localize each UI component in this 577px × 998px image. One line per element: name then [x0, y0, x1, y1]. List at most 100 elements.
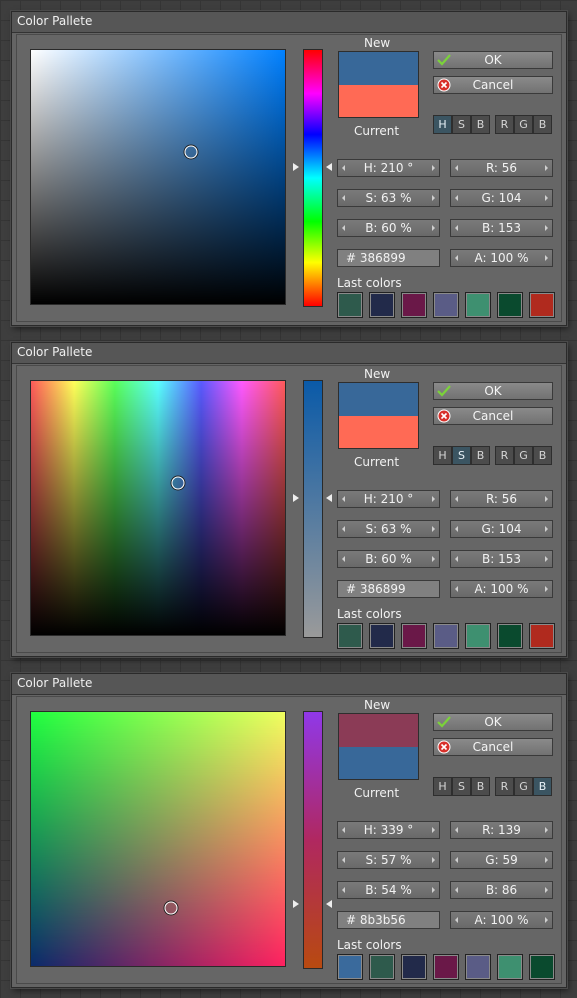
last-color-swatch[interactable]: [401, 292, 427, 318]
new-label: New: [364, 698, 391, 712]
last-color-swatch[interactable]: [529, 292, 555, 318]
brightness-field[interactable]: B: 54 %: [337, 881, 440, 899]
last-color-swatch[interactable]: [433, 292, 459, 318]
dialog-content: New Current OK Cancel H S B R G B H: 210…: [16, 365, 562, 653]
blue-field[interactable]: B: 153: [450, 550, 553, 568]
titlebar[interactable]: Color Pallete: [12, 12, 566, 33]
hex-input[interactable]: # 386899: [337, 249, 440, 267]
hex-input[interactable]: # 8b3b56: [337, 911, 440, 929]
mode-h-button[interactable]: H: [433, 777, 452, 796]
cancel-button[interactable]: Cancel: [433, 76, 553, 94]
mode-h-button[interactable]: H: [433, 115, 452, 134]
mode-blue-button[interactable]: B: [533, 115, 552, 134]
hue-field[interactable]: H: 210 °: [337, 490, 440, 508]
brightness-field[interactable]: B: 60 %: [337, 550, 440, 568]
mode-r-button[interactable]: R: [495, 777, 514, 796]
last-color-swatch[interactable]: [529, 954, 555, 980]
last-color-swatch[interactable]: [497, 623, 523, 649]
hex-input[interactable]: # 386899: [337, 580, 440, 598]
last-color-swatch[interactable]: [465, 292, 491, 318]
last-color-swatch[interactable]: [465, 954, 491, 980]
cancel-button[interactable]: Cancel: [433, 738, 553, 756]
last-color-swatch[interactable]: [497, 292, 523, 318]
last-colors-label: Last colors: [337, 276, 402, 290]
last-color-swatch[interactable]: [529, 623, 555, 649]
mode-b-button[interactable]: B: [471, 446, 490, 465]
mode-r-button[interactable]: R: [495, 446, 514, 465]
last-color-swatch[interactable]: [401, 623, 427, 649]
last-color-swatch[interactable]: [497, 954, 523, 980]
mode-s-button[interactable]: S: [452, 777, 471, 796]
current-color-swatch[interactable]: [339, 746, 418, 779]
mode-g-button[interactable]: G: [514, 446, 533, 465]
hue-field[interactable]: H: 339 °: [337, 821, 440, 839]
alpha-field[interactable]: A: 100 %: [450, 249, 553, 267]
last-color-swatch[interactable]: [433, 954, 459, 980]
last-color-swatch[interactable]: [433, 623, 459, 649]
last-color-swatch[interactable]: [369, 954, 395, 980]
saturation-field[interactable]: S: 63 %: [337, 520, 440, 538]
mode-r-button[interactable]: R: [495, 115, 514, 134]
cancel-button[interactable]: Cancel: [433, 407, 553, 425]
blue-field[interactable]: B: 86: [450, 881, 553, 899]
mode-b-button[interactable]: B: [471, 777, 490, 796]
hue-field[interactable]: H: 210 °: [337, 159, 440, 177]
blue-field[interactable]: B: 153: [450, 219, 553, 237]
hue-saturation-picker[interactable]: [30, 711, 286, 967]
last-color-swatch[interactable]: [337, 623, 363, 649]
current-color-swatch[interactable]: [339, 84, 418, 117]
mode-blue-button[interactable]: B: [533, 777, 552, 796]
current-label: Current: [354, 455, 400, 469]
ok-button[interactable]: OK: [433, 51, 553, 69]
red-field[interactable]: R: 56: [450, 159, 553, 177]
saturation-brightness-picker[interactable]: [30, 49, 286, 305]
alpha-field[interactable]: A: 100 %: [450, 911, 553, 929]
slider-marker-right[interactable]: [326, 900, 332, 908]
hue-slider[interactable]: [303, 49, 323, 307]
brightness-slider[interactable]: [303, 711, 323, 969]
alpha-field[interactable]: A: 100 %: [450, 580, 553, 598]
mode-g-button[interactable]: G: [514, 777, 533, 796]
last-colors-label: Last colors: [337, 607, 402, 621]
saturation-field[interactable]: S: 57 %: [337, 851, 440, 869]
green-field[interactable]: G: 59: [450, 851, 553, 869]
color-palette-dialog-brightness: Color Pallete New Current OK Cancel H S …: [11, 673, 567, 988]
last-color-swatch[interactable]: [337, 954, 363, 980]
mode-blue-button[interactable]: B: [533, 446, 552, 465]
mode-s-button[interactable]: S: [452, 446, 471, 465]
red-field[interactable]: R: 139: [450, 821, 553, 839]
brightness-field[interactable]: B: 60 %: [337, 219, 440, 237]
last-color-swatch[interactable]: [401, 954, 427, 980]
hsb-mode-group: H S B: [433, 446, 490, 465]
titlebar[interactable]: Color Pallete: [12, 343, 566, 364]
titlebar[interactable]: Color Pallete: [12, 674, 566, 695]
mode-h-button[interactable]: H: [433, 446, 452, 465]
picker-cursor[interactable]: [164, 901, 178, 915]
color-palette-dialog-saturation: Color Pallete New Current OK Cancel H S …: [11, 342, 567, 657]
ok-button[interactable]: OK: [433, 713, 553, 731]
mode-b-button[interactable]: B: [471, 115, 490, 134]
hue-brightness-picker[interactable]: [30, 380, 286, 636]
slider-marker-left[interactable]: [293, 494, 299, 502]
last-color-swatch[interactable]: [337, 292, 363, 318]
slider-marker-right[interactable]: [326, 494, 332, 502]
last-color-swatch[interactable]: [369, 292, 395, 318]
mode-s-button[interactable]: S: [452, 115, 471, 134]
mode-g-button[interactable]: G: [514, 115, 533, 134]
saturation-slider[interactable]: [303, 380, 323, 638]
red-field[interactable]: R: 56: [450, 490, 553, 508]
last-color-swatch[interactable]: [465, 623, 491, 649]
green-field[interactable]: G: 104: [450, 520, 553, 538]
current-color-swatch[interactable]: [339, 415, 418, 448]
ok-button[interactable]: OK: [433, 382, 553, 400]
color-palette-dialog-hue: Color Pallete New Current OK Cancel H S …: [11, 11, 567, 326]
check-icon: [437, 54, 451, 66]
slider-marker-left[interactable]: [293, 900, 299, 908]
green-field[interactable]: G: 104: [450, 189, 553, 207]
slider-marker-left[interactable]: [293, 163, 299, 171]
last-color-swatch[interactable]: [369, 623, 395, 649]
slider-marker-right[interactable]: [326, 163, 332, 171]
picker-cursor[interactable]: [184, 145, 198, 159]
picker-cursor[interactable]: [171, 476, 185, 490]
saturation-field[interactable]: S: 63 %: [337, 189, 440, 207]
